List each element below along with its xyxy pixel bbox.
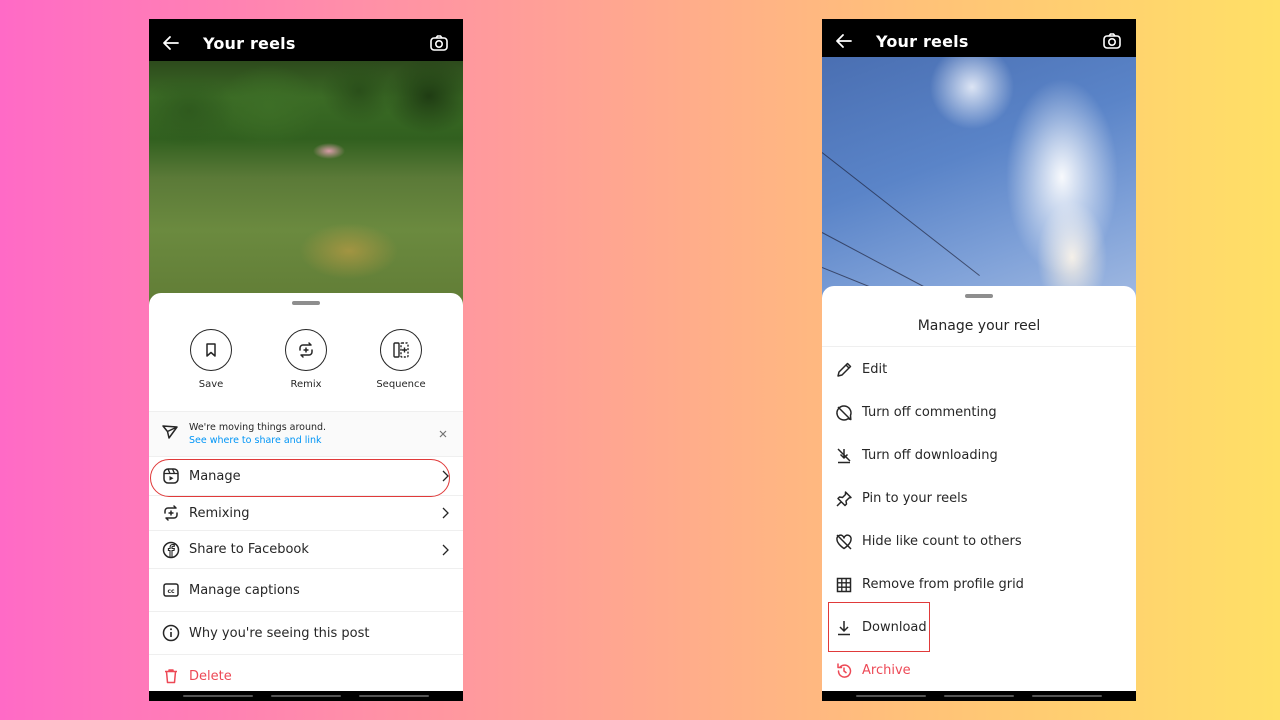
menu-item-label: Remove from profile grid bbox=[862, 577, 1024, 592]
save-button[interactable]: Save bbox=[179, 329, 243, 399]
menu-item-label: Pin to your reels bbox=[862, 491, 968, 506]
menu-item-label: Archive bbox=[862, 663, 911, 678]
menu-item-label: Share to Facebook bbox=[189, 542, 309, 557]
menu-item-turn-off-commenting[interactable]: Turn off commenting bbox=[822, 391, 1136, 434]
comment-off-icon bbox=[834, 403, 854, 423]
menu-item-share-to-facebook[interactable]: Share to Facebook bbox=[149, 531, 463, 569]
send-icon bbox=[161, 423, 179, 445]
menu-item-manage-captions[interactable]: cc Manage captions bbox=[149, 569, 463, 612]
remix-icon bbox=[285, 329, 327, 371]
chevron-right-icon bbox=[439, 544, 451, 556]
menu-item-turn-off-downloading[interactable]: Turn off downloading bbox=[822, 434, 1136, 477]
sequence-icon bbox=[380, 329, 422, 371]
download-off-icon bbox=[834, 446, 854, 466]
remix-icon bbox=[161, 503, 181, 523]
notice-link[interactable]: See where to share and link bbox=[189, 434, 435, 447]
menu-item-why-seeing-post[interactable]: Why you're seeing this post bbox=[149, 612, 463, 655]
top-bar: Your reels bbox=[149, 25, 463, 61]
grid-icon bbox=[834, 575, 854, 595]
menu-item-hide-like-count[interactable]: Hide like count to others bbox=[822, 520, 1136, 563]
menu-item-label: Turn off commenting bbox=[862, 405, 997, 420]
menu-item-label: Why you're seeing this post bbox=[189, 625, 370, 641]
pencil-icon bbox=[834, 360, 854, 380]
phone-screen-right: Your reels Manage your reel Edit Turn of… bbox=[822, 19, 1136, 701]
remix-button[interactable]: Remix bbox=[274, 329, 338, 399]
menu-item-edit[interactable]: Edit bbox=[822, 348, 1136, 391]
page-title: Your reels bbox=[203, 33, 296, 53]
sequence-label: Sequence bbox=[376, 379, 426, 390]
save-label: Save bbox=[198, 379, 224, 390]
camera-icon[interactable] bbox=[425, 29, 453, 57]
download-highlight-box bbox=[828, 602, 930, 652]
remix-label: Remix bbox=[290, 379, 322, 390]
quick-actions: Save Remix Sequence bbox=[149, 305, 463, 399]
archive-icon bbox=[834, 661, 854, 681]
close-icon[interactable] bbox=[435, 426, 451, 442]
camera-icon[interactable] bbox=[1098, 27, 1126, 55]
page-title: Your reels bbox=[876, 31, 969, 51]
bookmark-icon bbox=[190, 329, 232, 371]
moving-things-notice: We're moving things around. See where to… bbox=[149, 411, 463, 457]
menu-item-remove-from-grid[interactable]: Remove from profile grid bbox=[822, 563, 1136, 606]
video-frame-trees bbox=[149, 61, 463, 146]
system-nav-bar bbox=[149, 691, 463, 701]
notice-text: We're moving things around. See where to… bbox=[189, 421, 435, 447]
back-arrow-icon[interactable] bbox=[151, 25, 191, 61]
menu-item-label: Turn off downloading bbox=[862, 448, 998, 463]
top-bar: Your reels bbox=[822, 23, 1136, 59]
menu-item-archive[interactable]: Archive bbox=[822, 649, 1136, 692]
pin-icon bbox=[834, 489, 854, 509]
menu-item-remixing[interactable]: Remixing bbox=[149, 496, 463, 531]
options-sheet: Save Remix Sequence We're moving things … bbox=[149, 293, 463, 691]
info-icon bbox=[161, 623, 181, 643]
reel-video-preview[interactable] bbox=[149, 61, 463, 321]
phone-screen-left: Your reels Save Remix Sequence We're mov… bbox=[149, 19, 463, 701]
manage-reel-sheet: Manage your reel Edit Turn off commentin… bbox=[822, 286, 1136, 691]
menu-item-label: Delete bbox=[189, 668, 232, 684]
menu-item-label: Edit bbox=[862, 362, 888, 377]
sheet-drag-handle[interactable] bbox=[965, 294, 993, 298]
manage-highlight-oval bbox=[150, 459, 450, 497]
video-frame-wire bbox=[822, 152, 980, 277]
back-arrow-icon[interactable] bbox=[824, 23, 864, 59]
heart-off-icon bbox=[834, 532, 854, 552]
notice-title: We're moving things around. bbox=[189, 422, 327, 433]
facebook-icon bbox=[161, 540, 181, 560]
sheet-title: Manage your reel bbox=[822, 318, 1136, 347]
sequence-button[interactable]: Sequence bbox=[369, 329, 433, 399]
captions-icon: cc bbox=[161, 580, 181, 600]
menu-item-label: Hide like count to others bbox=[862, 534, 1022, 549]
trash-icon bbox=[161, 666, 181, 686]
chevron-right-icon bbox=[439, 507, 451, 519]
reel-video-preview[interactable] bbox=[822, 57, 1136, 317]
system-nav-bar bbox=[822, 691, 1136, 701]
menu-item-label: Manage captions bbox=[189, 582, 300, 598]
menu-item-label: Remixing bbox=[189, 505, 250, 521]
menu-item-pin-to-reels[interactable]: Pin to your reels bbox=[822, 477, 1136, 520]
svg-text:cc: cc bbox=[167, 588, 175, 595]
